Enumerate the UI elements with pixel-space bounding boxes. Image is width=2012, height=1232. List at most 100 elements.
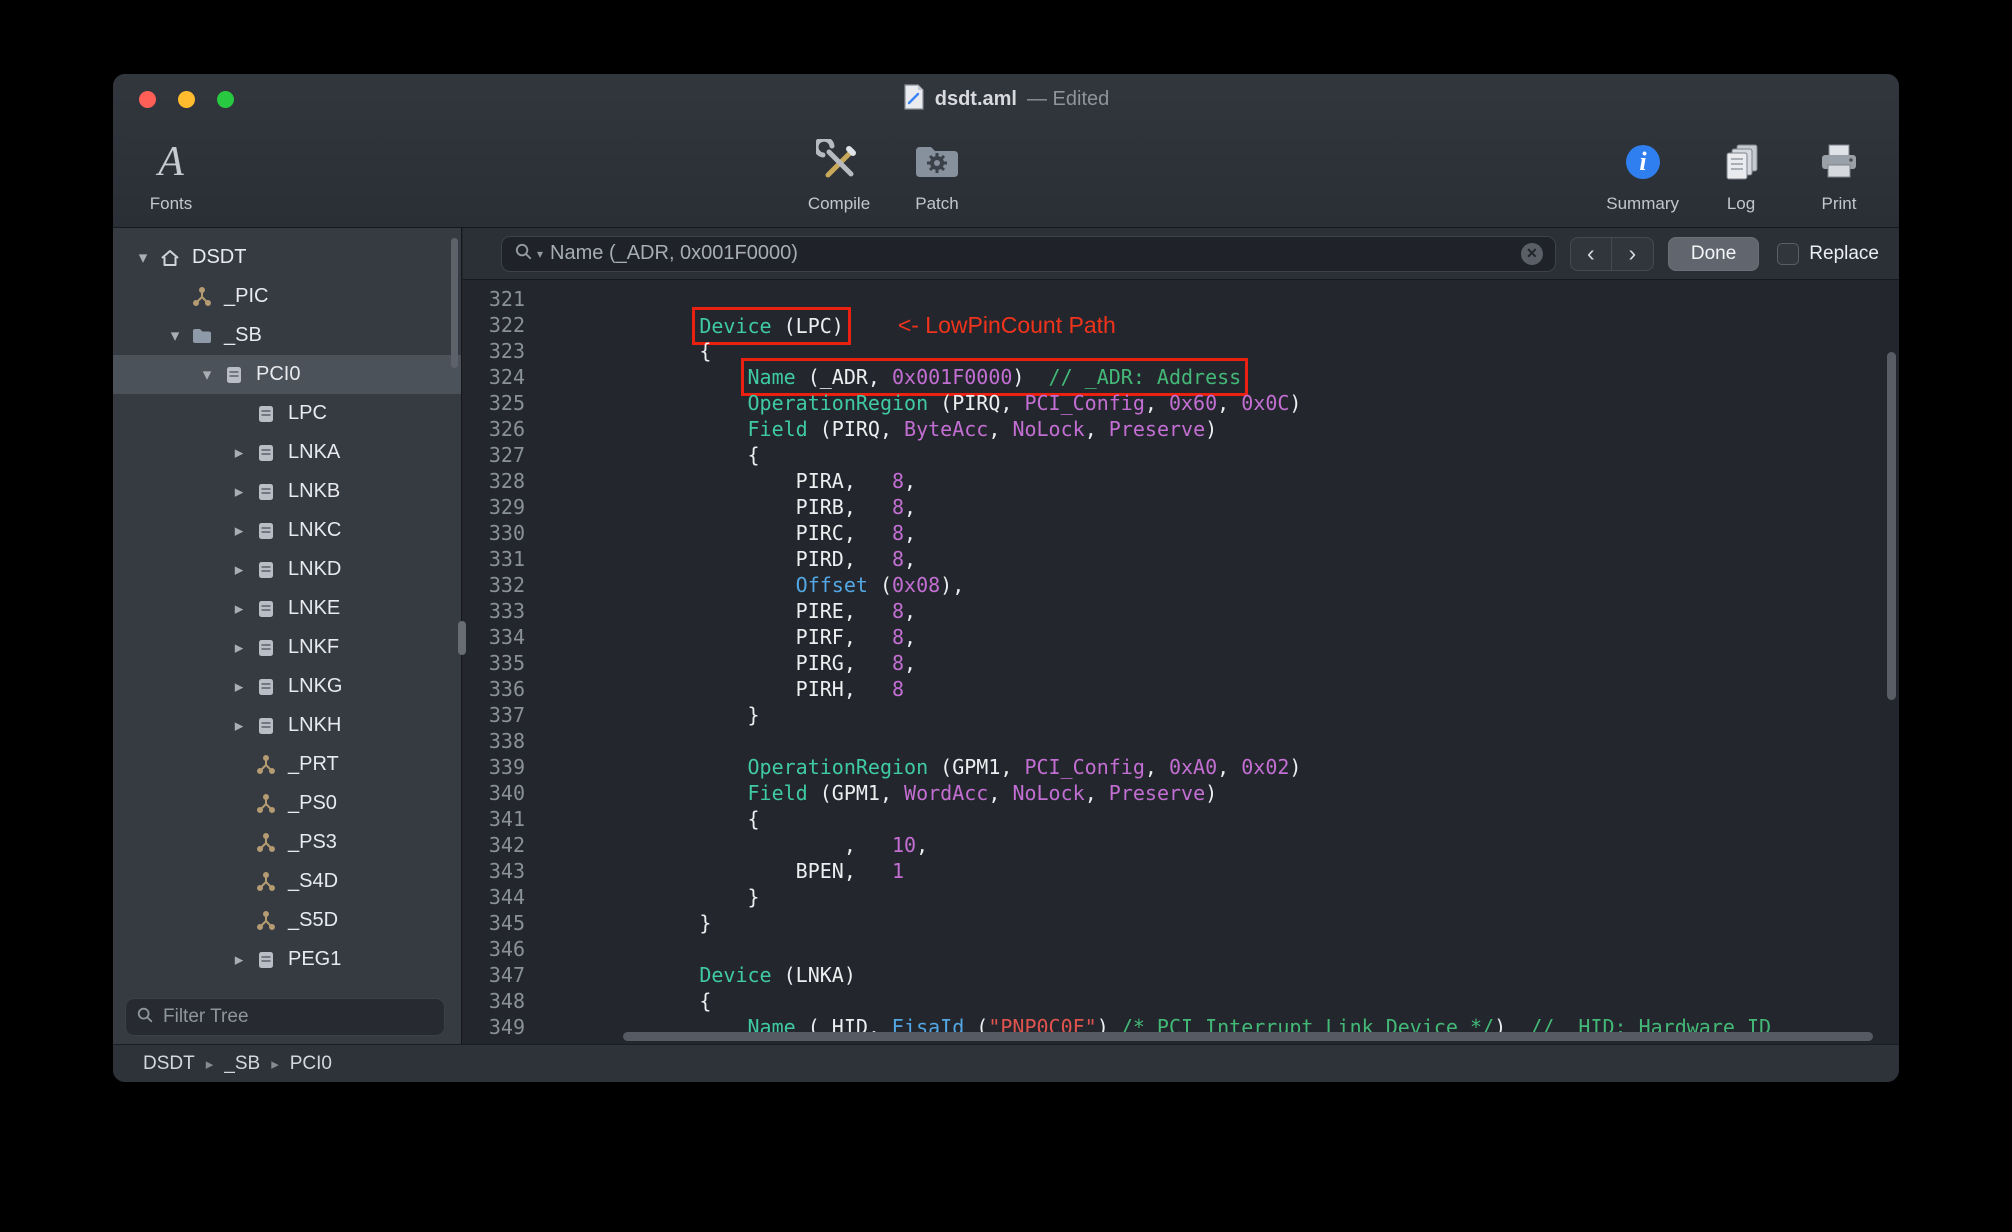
code-line-341[interactable]: 341 { [463,806,1899,832]
code-line-347[interactable]: 347 Device (LNKA) [463,962,1899,988]
code-line-325[interactable]: 325 OperationRegion (PIRQ, PCI_Config, 0… [463,390,1899,416]
done-button[interactable]: Done [1667,236,1760,271]
replace-checkbox[interactable] [1777,242,1800,265]
code-token: 8 [891,651,905,675]
code-token: PIRG, [603,651,892,675]
code-line-339[interactable]: 339 OperationRegion (GPM1, PCI_Config, 0… [463,754,1899,780]
device-icon [251,559,281,581]
clear-search-button[interactable]: ✕ [1520,242,1543,265]
sidebar-item-label: LNKD [288,558,342,580]
sidebar-item-lnke[interactable]: ▸ LNKE [113,589,461,628]
code-line-336[interactable]: 336 PIRH, 8 [463,676,1899,702]
disclosure-closed-icon[interactable]: ▸ [227,443,251,463]
find-search-field[interactable]: ▾ Name (_ADR, 0x001F0000) ✕ [501,235,1556,272]
code-token: NoLock [1012,417,1085,441]
code-line-328[interactable]: 328 PIRA, 8, [463,468,1899,494]
code-line-333[interactable]: 333 PIRE, 8, [463,598,1899,624]
code-text: Field (GPM1, WordAcc, NoLock, Preserve) [525,780,1218,806]
code-line-327[interactable]: 327 { [463,442,1899,468]
disclosure-closed-icon[interactable]: ▸ [227,482,251,502]
sidebar-item-_ps3[interactable]: _PS3 [113,823,461,862]
sidebar-scrollbar-thumb[interactable] [451,238,458,368]
sidebar-item-_sb[interactable]: ▾ _SB [113,316,461,355]
log-button[interactable]: Log [1705,128,1777,224]
fonts-button[interactable]: A Fonts [135,128,207,224]
print-button[interactable]: Print [1803,128,1875,224]
disclosure-open-icon[interactable]: ▾ [131,248,155,268]
sidebar-item-_pic[interactable]: _PIC [113,277,461,316]
sidebar-item-_ps0[interactable]: _PS0 [113,784,461,823]
code-line-322[interactable]: 322 Device (LPC) <- LowPinCount Path [463,307,1899,345]
code-line-332[interactable]: 332 Offset (0x08), [463,572,1899,598]
code-line-335[interactable]: 335 PIRG, 8, [463,650,1899,676]
sidebar-item-_s5d[interactable]: _S5D [113,901,461,940]
home-icon [155,247,185,269]
sidebar-item-lnkb[interactable]: ▸ LNKB [113,472,461,511]
code-token: , [904,521,917,545]
split-view-handle[interactable] [458,621,466,655]
code-line-345[interactable]: 345 } [463,910,1899,936]
compile-button[interactable]: Compile [803,128,875,224]
breadcrumb-item-dsdt[interactable]: DSDT [143,1053,195,1075]
code-token: , [1084,417,1109,441]
disclosure-open-icon[interactable]: ▾ [195,365,219,385]
sidebar-item-lnkf[interactable]: ▸ LNKF [113,628,461,667]
code-line-343[interactable]: 343 BPEN, 1 [463,858,1899,884]
code-line-324[interactable]: 324 Name (_ADR, 0x001F0000) // _ADR: Add… [463,358,1899,396]
code-line-334[interactable]: 334 PIRF, 8, [463,624,1899,650]
code-editor[interactable]: 321 322 Device (LPC) <- LowPinCount Path 32… [463,280,1899,1044]
editor-horizontal-scrollbar-thumb[interactable] [623,1032,1873,1041]
sidebar-item-_s4d[interactable]: _S4D [113,862,461,901]
find-previous-button[interactable]: ‹ [1569,236,1612,271]
code-line-338[interactable]: 338 [463,728,1899,754]
code-token: 8 [891,495,905,519]
summary-button[interactable]: i Summary [1606,128,1679,224]
code-line-321[interactable]: 321 [463,286,1899,312]
disclosure-closed-icon[interactable]: ▸ [227,521,251,541]
code-line-346[interactable]: 346 [463,936,1899,962]
code-line-326[interactable]: 326 Field (PIRQ, ByteAcc, NoLock, Preser… [463,416,1899,442]
breadcrumb-item-pci0[interactable]: PCI0 [290,1053,332,1075]
toolbar: A Fonts Compile Patch i Summary Log Prin… [113,124,1899,228]
sidebar-item-_prt[interactable]: _PRT [113,745,461,784]
code-line-330[interactable]: 330 PIRC, 8, [463,520,1899,546]
sidebar-item-lnkd[interactable]: ▸ LNKD [113,550,461,589]
sidebar-item-peg1[interactable]: ▸ PEG1 [113,940,461,979]
disclosure-closed-icon[interactable]: ▸ [227,950,251,970]
code-line-340[interactable]: 340 Field (GPM1, WordAcc, NoLock, Preser… [463,780,1899,806]
sidebar-item-dsdt[interactable]: ▾ DSDT [113,238,461,277]
code-token: Field [747,781,808,805]
sidebar-item-lnkc[interactable]: ▸ LNKC [113,511,461,550]
patch-folder-icon [913,136,961,188]
sidebar-item-label: LNKG [288,675,343,697]
sidebar-item-lpc[interactable]: LPC [113,394,461,433]
code-line-323[interactable]: 323 { [463,338,1899,364]
disclosure-closed-icon[interactable]: ▸ [227,599,251,619]
sidebar-item-lnka[interactable]: ▸ LNKA [113,433,461,472]
sidebar-item-lnkh[interactable]: ▸ LNKH [113,706,461,745]
sidebar-item-lnkg[interactable]: ▸ LNKG [113,667,461,706]
method-icon [251,793,281,815]
code-lines: 321 322 Device (LPC) <- LowPinCount Path 32… [463,286,1899,1040]
patch-button[interactable]: Patch [901,128,973,224]
replace-toggle: Replace [1777,242,1879,265]
code-token: , [904,625,917,649]
code-line-344[interactable]: 344 } [463,884,1899,910]
search-menu-chevron-icon[interactable]: ▾ [537,247,543,261]
sidebar-item-pci0[interactable]: ▾ PCI0 [113,355,461,394]
disclosure-closed-icon[interactable]: ▸ [227,716,251,736]
code-line-329[interactable]: 329 PIRB, 8, [463,494,1899,520]
find-next-button[interactable]: › [1611,236,1654,271]
code-line-342[interactable]: 342 , 10, [463,832,1899,858]
disclosure-closed-icon[interactable]: ▸ [227,677,251,697]
disclosure-closed-icon[interactable]: ▸ [227,638,251,658]
code-line-337[interactable]: 337 } [463,702,1899,728]
disclosure-open-icon[interactable]: ▾ [163,326,187,346]
code-line-348[interactable]: 348 { [463,988,1899,1014]
breadcrumb-item-_sb[interactable]: _SB [224,1053,260,1075]
editor-vertical-scrollbar-thumb[interactable] [1887,352,1896,700]
code-line-331[interactable]: 331 PIRD, 8, [463,546,1899,572]
filter-tree-field[interactable]: Filter Tree [125,998,445,1036]
disclosure-closed-icon[interactable]: ▸ [227,560,251,580]
